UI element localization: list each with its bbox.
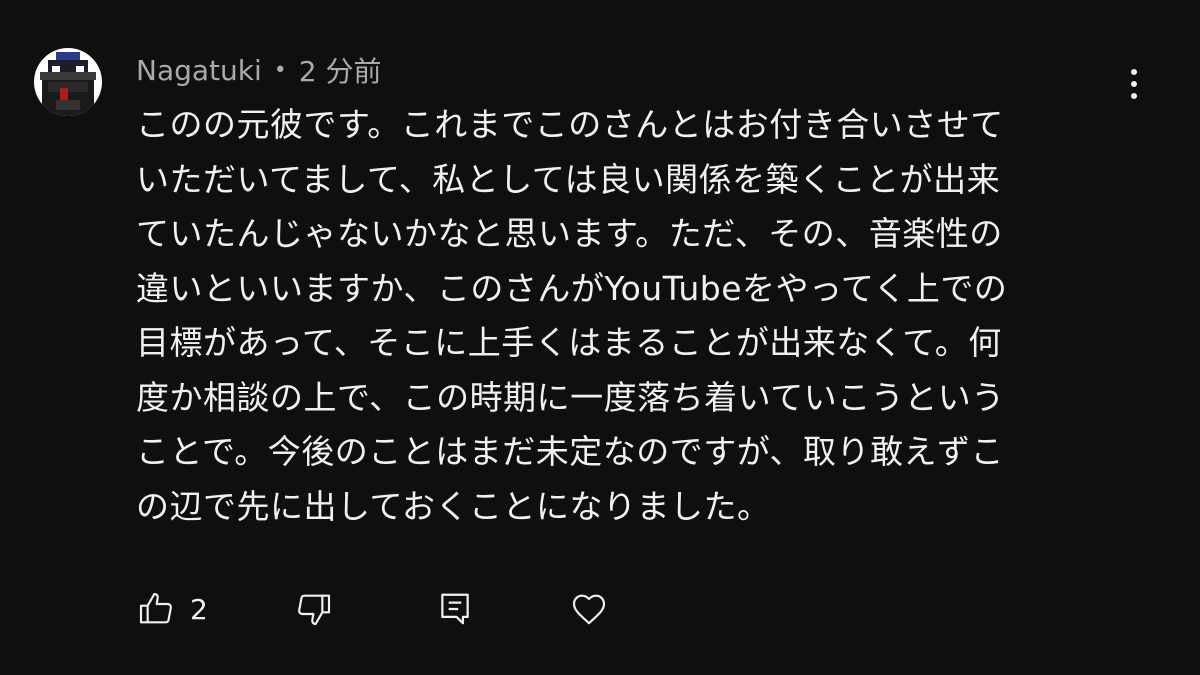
author-name[interactable]: Nagatuki	[136, 54, 262, 87]
meta-separator: •	[273, 57, 287, 83]
like-count: 2	[190, 592, 208, 626]
heart-icon	[572, 594, 606, 625]
comment-actions: 2	[136, 582, 656, 636]
reply-button[interactable]	[436, 582, 474, 636]
comment-timestamp[interactable]: 2 分前	[299, 50, 382, 90]
thumb-up-icon	[139, 592, 172, 624]
reply-comment-icon	[441, 593, 469, 625]
comment-header: Nagatuki • 2 分前	[136, 50, 381, 90]
menu-dot	[1131, 81, 1137, 87]
like-button[interactable]: 2	[136, 582, 208, 636]
menu-dot	[1131, 69, 1137, 75]
thumb-down-icon	[298, 594, 331, 626]
dislike-button[interactable]	[294, 582, 334, 636]
avatar-pixel	[48, 82, 88, 92]
menu-dot	[1131, 93, 1137, 99]
comment-text: このの元彼です。これまでこのさんとはお付き合いさせて いただいてまして、私として…	[136, 105, 1008, 526]
comment-thread: Nagatuki • 2 分前 このの元彼です。これまでこのさんとはお付き合いさ…	[0, 0, 1200, 675]
more-vert-icon[interactable]	[1112, 62, 1156, 106]
avatar-pixel	[56, 52, 80, 60]
heart-button[interactable]	[568, 582, 610, 636]
avatar-pixel	[40, 72, 96, 80]
avatar-pixel	[56, 100, 80, 110]
avatar[interactable]	[34, 48, 102, 116]
